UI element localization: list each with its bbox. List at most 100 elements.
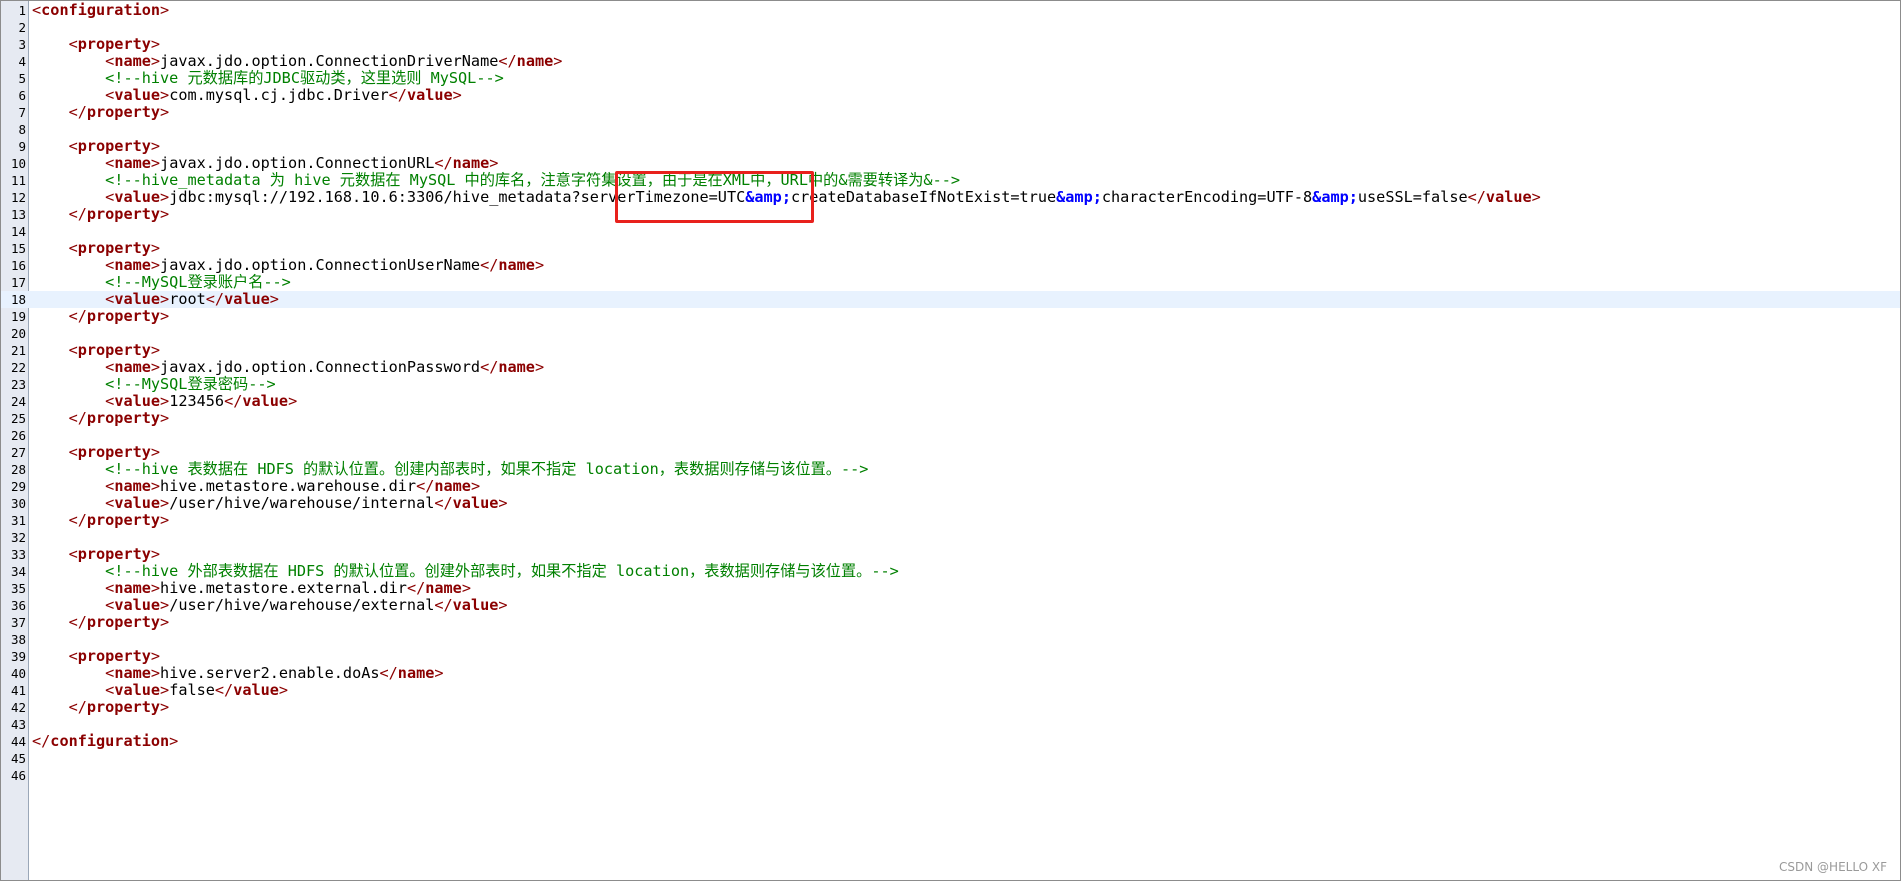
- code-line[interactable]: 35 <name>hive.metastore.external.dir</na…: [1, 580, 1900, 597]
- line-content[interactable]: <value>false</value>: [32, 682, 288, 699]
- code-line[interactable]: 30 <value>/user/hive/warehouse/internal<…: [1, 495, 1900, 512]
- code-line[interactable]: 7 </property>: [1, 104, 1900, 121]
- line-content[interactable]: <name>hive.server2.enable.doAs</name>: [32, 664, 444, 682]
- code-line[interactable]: 19 </property>: [1, 308, 1900, 325]
- line-content[interactable]: <property>: [32, 240, 160, 257]
- line-content[interactable]: <value>com.mysql.cj.jdbc.Driver</value>: [32, 87, 462, 104]
- code-line[interactable]: 28 <!--hive 表数据在 HDFS 的默认位置。创建内部表时，如果不指定…: [1, 461, 1900, 478]
- code-line[interactable]: 22 <name>javax.jdo.option.ConnectionPass…: [1, 359, 1900, 376]
- line-content[interactable]: <property>: [32, 546, 160, 563]
- xml-bracket: >: [434, 664, 444, 682]
- line-number: 16: [10, 258, 26, 273]
- line-content[interactable]: <!--MySQL登录密码-->: [32, 376, 275, 393]
- code-line[interactable]: 33 <property>: [1, 546, 1900, 563]
- code-line[interactable]: 15 <property>: [1, 240, 1900, 257]
- code-line[interactable]: 20: [1, 325, 1900, 342]
- xml-bracket: >: [160, 1, 170, 19]
- xml-text: 123456: [169, 392, 225, 410]
- line-content[interactable]: </property>: [32, 104, 170, 121]
- code-line[interactable]: 2: [1, 19, 1900, 36]
- line-content[interactable]: </property>: [32, 614, 170, 631]
- line-content[interactable]: <!--hive 表数据在 HDFS 的默认位置。创建内部表时，如果不指定 lo…: [32, 461, 868, 478]
- code-line[interactable]: 14: [1, 223, 1900, 240]
- xml-text: hive.metastore.external.dir: [160, 579, 407, 597]
- code-line[interactable]: 25 </property>: [1, 410, 1900, 427]
- line-content[interactable]: </configuration>: [32, 733, 178, 750]
- line-content[interactable]: <value>/user/hive/warehouse/internal</va…: [32, 495, 507, 512]
- line-content[interactable]: <value>123456</value>: [32, 393, 297, 410]
- code-line[interactable]: 46: [1, 767, 1900, 784]
- line-content[interactable]: <name>javax.jdo.option.ConnectionUserNam…: [32, 257, 544, 274]
- code-line[interactable]: 38: [1, 631, 1900, 648]
- code-line[interactable]: 45: [1, 750, 1900, 767]
- line-content[interactable]: <configuration>: [32, 2, 169, 19]
- code-line[interactable]: 44 </configuration>: [1, 733, 1900, 750]
- code-line[interactable]: 4 <name>javax.jdo.option.ConnectionDrive…: [1, 53, 1900, 70]
- xml-tag-name: value: [114, 681, 161, 699]
- line-content[interactable]: <!--hive_metadata 为 hive 元数据在 MySQL 中的库名…: [32, 172, 960, 189]
- line-content[interactable]: <!--hive 元数据库的JDBC驱动类，这里选则 MySQL-->: [32, 70, 504, 87]
- code-line[interactable]: 26: [1, 427, 1900, 444]
- code-line[interactable]: 34 <!--hive 外部表数据在 HDFS 的默认位置。创建外部表时，如果不…: [1, 563, 1900, 580]
- code-line[interactable]: 8: [1, 121, 1900, 138]
- xml-bracket: >: [150, 256, 161, 274]
- code-line[interactable]: 37 </property>: [1, 614, 1900, 631]
- line-content[interactable]: </property>: [32, 512, 170, 529]
- line-content[interactable]: <name>javax.jdo.option.ConnectionDriverN…: [32, 53, 562, 70]
- xml-bracket: </: [434, 154, 453, 172]
- code-line[interactable]: 3 <property>: [1, 36, 1900, 53]
- line-content[interactable]: </property>: [32, 699, 170, 716]
- line-content[interactable]: </property>: [32, 206, 170, 223]
- code-line[interactable]: 27 <property>: [1, 444, 1900, 461]
- code-lines[interactable]: 1 <configuration> 2 3 <property> 4 <name>jav…: [1, 2, 1900, 784]
- xml-text: [32, 35, 69, 53]
- code-line[interactable]: 10 <name>javax.jdo.option.ConnectionURL<…: [1, 155, 1900, 172]
- code-line[interactable]: 17 <!--MySQL登录账户名-->: [1, 274, 1900, 291]
- xml-tag-name: value: [114, 188, 161, 206]
- xml-text: [32, 256, 105, 274]
- line-content[interactable]: <!--hive 外部表数据在 HDFS 的默认位置。创建外部表时，如果不指定 …: [32, 563, 899, 580]
- line-content[interactable]: </property>: [32, 307, 170, 325]
- code-line[interactable]: 23 <!--MySQL登录密码-->: [1, 376, 1900, 393]
- code-line[interactable]: 18 <value>root</value>: [1, 291, 1900, 308]
- code-line[interactable]: 31 </property>: [1, 512, 1900, 529]
- line-content[interactable]: <name>javax.jdo.option.ConnectionURL</na…: [32, 155, 498, 172]
- line-content[interactable]: <name>javax.jdo.option.ConnectionPasswor…: [32, 359, 544, 376]
- line-content[interactable]: <value>root</value>: [32, 291, 279, 308]
- code-line[interactable]: 9 <property>: [1, 138, 1900, 155]
- line-content[interactable]: <property>: [32, 444, 160, 461]
- code-line[interactable]: 12 <value>jdbc:mysql://192.168.10.6:3306…: [1, 189, 1900, 206]
- code-line[interactable]: 13 </property>: [1, 206, 1900, 223]
- code-line[interactable]: 11 <!--hive_metadata 为 hive 元数据在 MySQL 中…: [1, 172, 1900, 189]
- code-line[interactable]: 1 <configuration>: [1, 2, 1900, 19]
- line-content[interactable]: <property>: [32, 342, 160, 359]
- line-content[interactable]: <property>: [32, 648, 160, 665]
- line-content[interactable]: <property>: [32, 36, 160, 53]
- code-line[interactable]: 40 <name>hive.server2.enable.doAs</name>: [1, 665, 1900, 682]
- line-content[interactable]: <name>hive.metastore.external.dir</name>: [32, 580, 471, 597]
- code-line[interactable]: 36 <value>/user/hive/warehouse/external<…: [1, 597, 1900, 614]
- line-content[interactable]: <property>: [32, 138, 160, 155]
- code-editor[interactable]: 1 <configuration> 2 3 <property> 4 <name>jav…: [0, 0, 1901, 881]
- code-line[interactable]: 32: [1, 529, 1900, 546]
- code-line[interactable]: 5 <!--hive 元数据库的JDBC驱动类，这里选则 MySQL-->: [1, 70, 1900, 87]
- xml-bracket: >: [150, 579, 161, 597]
- line-number: 45: [10, 751, 26, 766]
- code-line[interactable]: 39 <property>: [1, 648, 1900, 665]
- xml-bracket: <: [105, 52, 115, 70]
- code-line[interactable]: 24 <value>123456</value>: [1, 393, 1900, 410]
- code-line[interactable]: 41 <value>false</value>: [1, 682, 1900, 699]
- line-content[interactable]: </property>: [32, 410, 170, 427]
- code-line[interactable]: 6 <value>com.mysql.cj.jdbc.Driver</value…: [1, 87, 1900, 104]
- xml-bracket: </: [68, 307, 87, 325]
- code-line[interactable]: 16 <name>javax.jdo.option.ConnectionUser…: [1, 257, 1900, 274]
- code-line[interactable]: 21 <property>: [1, 342, 1900, 359]
- line-content[interactable]: <!--MySQL登录账户名-->: [32, 274, 291, 291]
- code-line[interactable]: 42 </property>: [1, 699, 1900, 716]
- line-content[interactable]: <value>/user/hive/warehouse/external</va…: [32, 596, 507, 614]
- code-line[interactable]: 43: [1, 716, 1900, 733]
- xml-tag-name: value: [114, 596, 161, 614]
- code-line[interactable]: 29 <name>hive.metastore.warehouse.dir</n…: [1, 478, 1900, 495]
- line-number: 38: [10, 632, 26, 647]
- line-content[interactable]: <name>hive.metastore.warehouse.dir</name…: [32, 478, 480, 495]
